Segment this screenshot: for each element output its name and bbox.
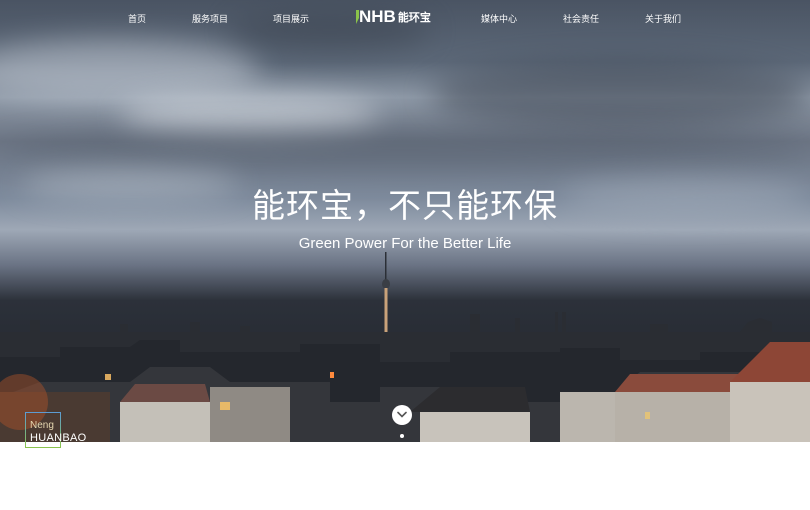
nav-item-social-responsibility[interactable]: 社会责任 [563, 12, 599, 25]
nav-item-projects[interactable]: 项目展示 [273, 12, 309, 25]
scroll-down-button[interactable] [392, 405, 412, 425]
nav-item-about[interactable]: 关于我们 [645, 12, 681, 25]
nav-item-services[interactable]: 服务项目 [192, 12, 228, 25]
nav-item-home[interactable]: 首页 [128, 12, 146, 25]
brand-label-bottom: HUANBAO [30, 432, 87, 444]
logo-mark-text: NHB [359, 7, 396, 26]
hero-subline: Green Power For the Better Life [298, 235, 512, 252]
hero-headline: 能环宝，不只能环保 [252, 186, 558, 225]
site-logo[interactable]: NHB 能环宝 [355, 7, 431, 27]
nav-item-media[interactable]: 媒体中心 [481, 12, 517, 25]
logo-name: 能环宝 [397, 11, 431, 24]
carousel-indicator-dot[interactable] [400, 434, 404, 438]
top-navigation: 首页 服务项目 项目展示 NHB 能环宝 媒体中心 社会责任 关于我们 [0, 0, 810, 36]
chevron-down-icon [397, 411, 407, 418]
brand-label-top: Neng [30, 420, 54, 431]
